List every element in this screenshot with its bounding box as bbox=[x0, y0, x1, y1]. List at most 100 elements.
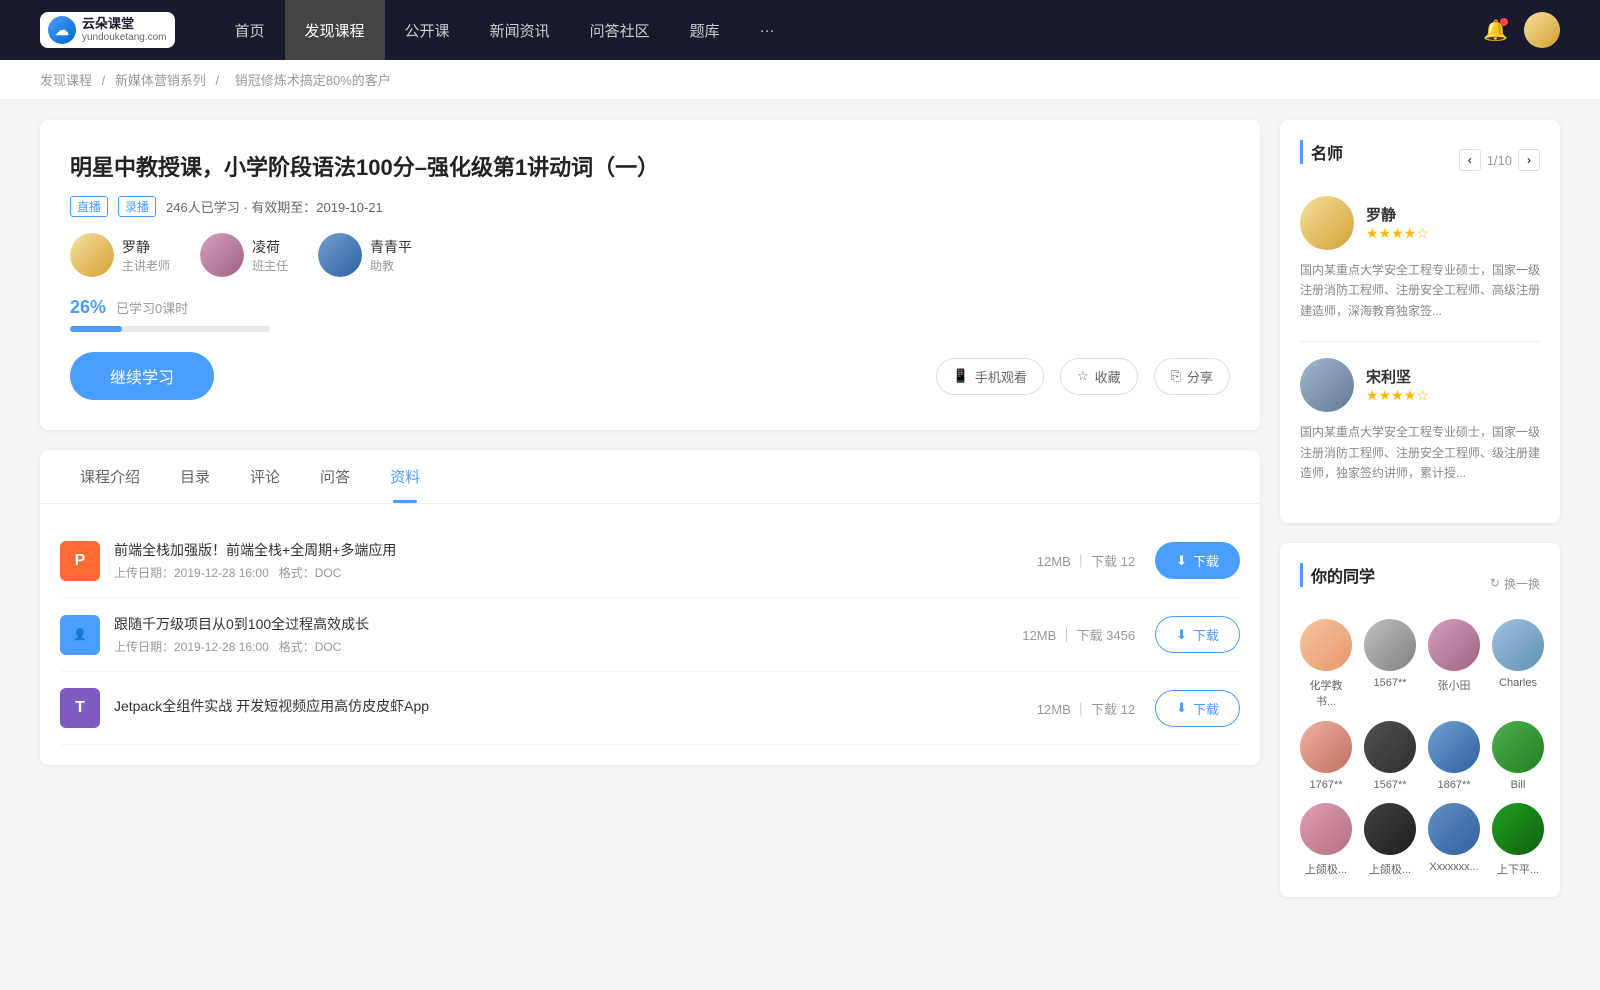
resource-meta-0: 上传日期：2019-12-28 16:00 格式：DOC bbox=[114, 564, 1037, 581]
star-icon: ☆ bbox=[1077, 368, 1089, 384]
mobile-watch-button[interactable]: 📱 手机观看 bbox=[936, 358, 1044, 395]
teacher-divider bbox=[1300, 341, 1540, 342]
nav-item-more[interactable]: ··· bbox=[740, 0, 795, 60]
download-button-2[interactable]: ⬇ 下载 bbox=[1155, 690, 1240, 727]
classmate-avatar-5 bbox=[1364, 721, 1416, 773]
teacher-info-1: 凌荷 班主任 bbox=[252, 237, 288, 274]
classmates-grid: 化学教书... 1567** 张小田 Charles 1767** bbox=[1300, 619, 1540, 877]
refresh-icon: ↻ bbox=[1490, 576, 1500, 590]
tab-qa[interactable]: 问答 bbox=[300, 450, 370, 503]
resource-name-0: 前端全栈加强版！前端全栈+全周期+多端应用 bbox=[114, 540, 1037, 560]
tag-recorded: 录播 bbox=[118, 196, 156, 217]
sidebar-teacher-stars-1: ★★★★☆ bbox=[1366, 387, 1429, 404]
sidebar-teacher-stars-0: ★★★★☆ bbox=[1366, 225, 1429, 242]
classmate-item-0: 化学教书... bbox=[1300, 619, 1352, 709]
breadcrumb-link-2[interactable]: 新媒体营销系列 bbox=[115, 73, 206, 88]
resource-name-1: 跟随千万级项目从0到100全过程高效成长 bbox=[114, 614, 1022, 634]
tab-resources[interactable]: 资料 bbox=[370, 450, 440, 503]
tab-catalog[interactable]: 目录 bbox=[160, 450, 230, 503]
notification-dot bbox=[1500, 18, 1508, 26]
refresh-classmates-button[interactable]: ↻ 换一换 bbox=[1490, 575, 1540, 592]
classmates-sidebar-title: 你的同学 bbox=[1300, 563, 1375, 587]
teachers-sidebar-title: 名师 bbox=[1300, 140, 1343, 164]
navbar: ☁ 云朵课堂 yundouketang.com 首页 发现课程 公开课 新闻资讯… bbox=[0, 0, 1600, 60]
teachers-next-button[interactable]: › bbox=[1518, 149, 1540, 171]
classmate-name-1: 1567** bbox=[1373, 677, 1406, 689]
classmate-name-10: Xxxxxxx... bbox=[1429, 861, 1479, 873]
classmate-avatar-0 bbox=[1300, 619, 1352, 671]
classmate-avatar-6 bbox=[1428, 721, 1480, 773]
resource-info-1: 跟随千万级项目从0到100全过程高效成长 上传日期：2019-12-28 16:… bbox=[114, 614, 1022, 655]
tab-intro[interactable]: 课程介绍 bbox=[60, 450, 160, 503]
content-area: 明星中教授课，小学阶段语法100分–强化级第1讲动词（一） 直播 录播 246人… bbox=[40, 120, 1260, 917]
resource-info-0: 前端全栈加强版！前端全栈+全周期+多端应用 上传日期：2019-12-28 16… bbox=[114, 540, 1037, 581]
breadcrumb-sep-1: / bbox=[102, 73, 109, 88]
tabs-header: 课程介绍 目录 评论 问答 资料 bbox=[40, 450, 1260, 504]
sidebar-teacher-desc-0: 国内某重点大学安全工程专业硕士，国家一级注册消防工程师、注册安全工程师、高级注册… bbox=[1300, 260, 1540, 321]
teachers-page: 1/10 bbox=[1487, 153, 1512, 168]
classmate-name-0: 化学教书... bbox=[1300, 677, 1352, 709]
teacher-item-1: 凌荷 班主任 bbox=[200, 233, 288, 277]
classmates-sidebar-card: 你的同学 ↻ 换一换 化学教书... 1567** 张小田 bbox=[1280, 543, 1560, 897]
progress-percent: 26% bbox=[70, 297, 106, 318]
teacher-role-1: 班主任 bbox=[252, 257, 288, 274]
resource-icon-2: T bbox=[60, 688, 100, 728]
nav-item-public[interactable]: 公开课 bbox=[385, 0, 470, 60]
classmate-item-2: 张小田 bbox=[1428, 619, 1480, 709]
download-button-0[interactable]: ⬇ 下载 bbox=[1155, 542, 1240, 579]
bell-icon[interactable]: 🔔 bbox=[1483, 18, 1508, 43]
resource-item-2: T Jetpack全组件实战 开发短视频应用高仿皮皮虾App 12MB ｜ 下载… bbox=[60, 672, 1240, 745]
nav-item-quiz[interactable]: 题库 bbox=[670, 0, 740, 60]
download-icon-0: ⬇ bbox=[1176, 553, 1187, 569]
classmates-sidebar-header: 你的同学 ↻ 换一换 bbox=[1300, 563, 1540, 603]
classmate-name-11: 上下平... bbox=[1497, 861, 1539, 877]
classmate-avatar-9 bbox=[1364, 803, 1416, 855]
teacher-name-2: 青青平 bbox=[370, 237, 412, 257]
sidebar-teacher-avatar-0 bbox=[1300, 196, 1354, 250]
nav-item-home[interactable]: 首页 bbox=[215, 0, 285, 60]
nav-items: 首页 发现课程 公开课 新闻资讯 问答社区 题库 ··· bbox=[215, 0, 1484, 60]
progress-header: 26% 已学习0课时 bbox=[70, 297, 1230, 318]
sidebar-teacher-header-1: 宋利坚 ★★★★☆ bbox=[1300, 358, 1540, 412]
collect-button[interactable]: ☆ 收藏 bbox=[1060, 358, 1138, 395]
teachers-sidebar-card: 名师 ‹ 1/10 › 罗静 ★★★★☆ 国内某重点大学安全 bbox=[1280, 120, 1560, 523]
progress-bar-fill bbox=[70, 326, 122, 332]
teacher-avatar-2 bbox=[318, 233, 362, 277]
classmate-name-7: Bill bbox=[1511, 779, 1526, 791]
classmate-item-5: 1567** bbox=[1364, 721, 1416, 791]
breadcrumb-link-1[interactable]: 发现课程 bbox=[40, 73, 92, 88]
user-avatar-img bbox=[1524, 12, 1560, 48]
classmate-name-9: 上颌极... bbox=[1369, 861, 1411, 877]
teacher-info-0: 罗静 主讲老师 bbox=[122, 237, 170, 274]
download-icon-2: ⬇ bbox=[1176, 700, 1187, 716]
nav-item-news[interactable]: 新闻资讯 bbox=[470, 0, 570, 60]
action-buttons: 📱 手机观看 ☆ 收藏 ⎘ 分享 bbox=[936, 358, 1230, 395]
teacher-role-0: 主讲老师 bbox=[122, 257, 170, 274]
teacher-avatar-0 bbox=[70, 233, 114, 277]
sidebar-teacher-header-0: 罗静 ★★★★☆ bbox=[1300, 196, 1540, 250]
nav-item-qa[interactable]: 问答社区 bbox=[570, 0, 670, 60]
classmate-avatar-2 bbox=[1428, 619, 1480, 671]
classmate-name-4: 1767** bbox=[1309, 779, 1342, 791]
tab-review[interactable]: 评论 bbox=[230, 450, 300, 503]
resource-meta-1: 上传日期：2019-12-28 16:00 格式：DOC bbox=[114, 638, 1022, 655]
classmate-item-9: 上颌极... bbox=[1364, 803, 1416, 877]
teacher-avatar-1 bbox=[200, 233, 244, 277]
teachers-prev-button[interactable]: ‹ bbox=[1459, 149, 1481, 171]
user-avatar-nav[interactable] bbox=[1524, 12, 1560, 48]
share-button[interactable]: ⎘ 分享 bbox=[1154, 358, 1230, 395]
classmate-avatar-3 bbox=[1492, 619, 1544, 671]
nav-item-discover[interactable]: 发现课程 bbox=[285, 0, 385, 60]
teacher-role-2: 助教 bbox=[370, 257, 412, 274]
classmate-avatar-11 bbox=[1492, 803, 1544, 855]
teachers-pagination: ‹ 1/10 › bbox=[1459, 149, 1540, 171]
resource-item-1: 👤 跟随千万级项目从0到100全过程高效成长 上传日期：2019-12-28 1… bbox=[60, 598, 1240, 672]
classmate-name-6: 1867** bbox=[1437, 779, 1470, 791]
continue-learning-button[interactable]: 继续学习 bbox=[70, 352, 214, 400]
tag-live: 直播 bbox=[70, 196, 108, 217]
logo-box: ☁ 云朵课堂 yundouketang.com bbox=[40, 12, 175, 48]
course-tags: 直播 录播 246人已学习 · 有效期至：2019-10-21 bbox=[70, 196, 1230, 217]
course-card: 明星中教授课，小学阶段语法100分–强化级第1讲动词（一） 直播 录播 246人… bbox=[40, 120, 1260, 430]
download-button-1[interactable]: ⬇ 下载 bbox=[1155, 616, 1240, 653]
progress-section: 26% 已学习0课时 bbox=[70, 297, 1230, 332]
